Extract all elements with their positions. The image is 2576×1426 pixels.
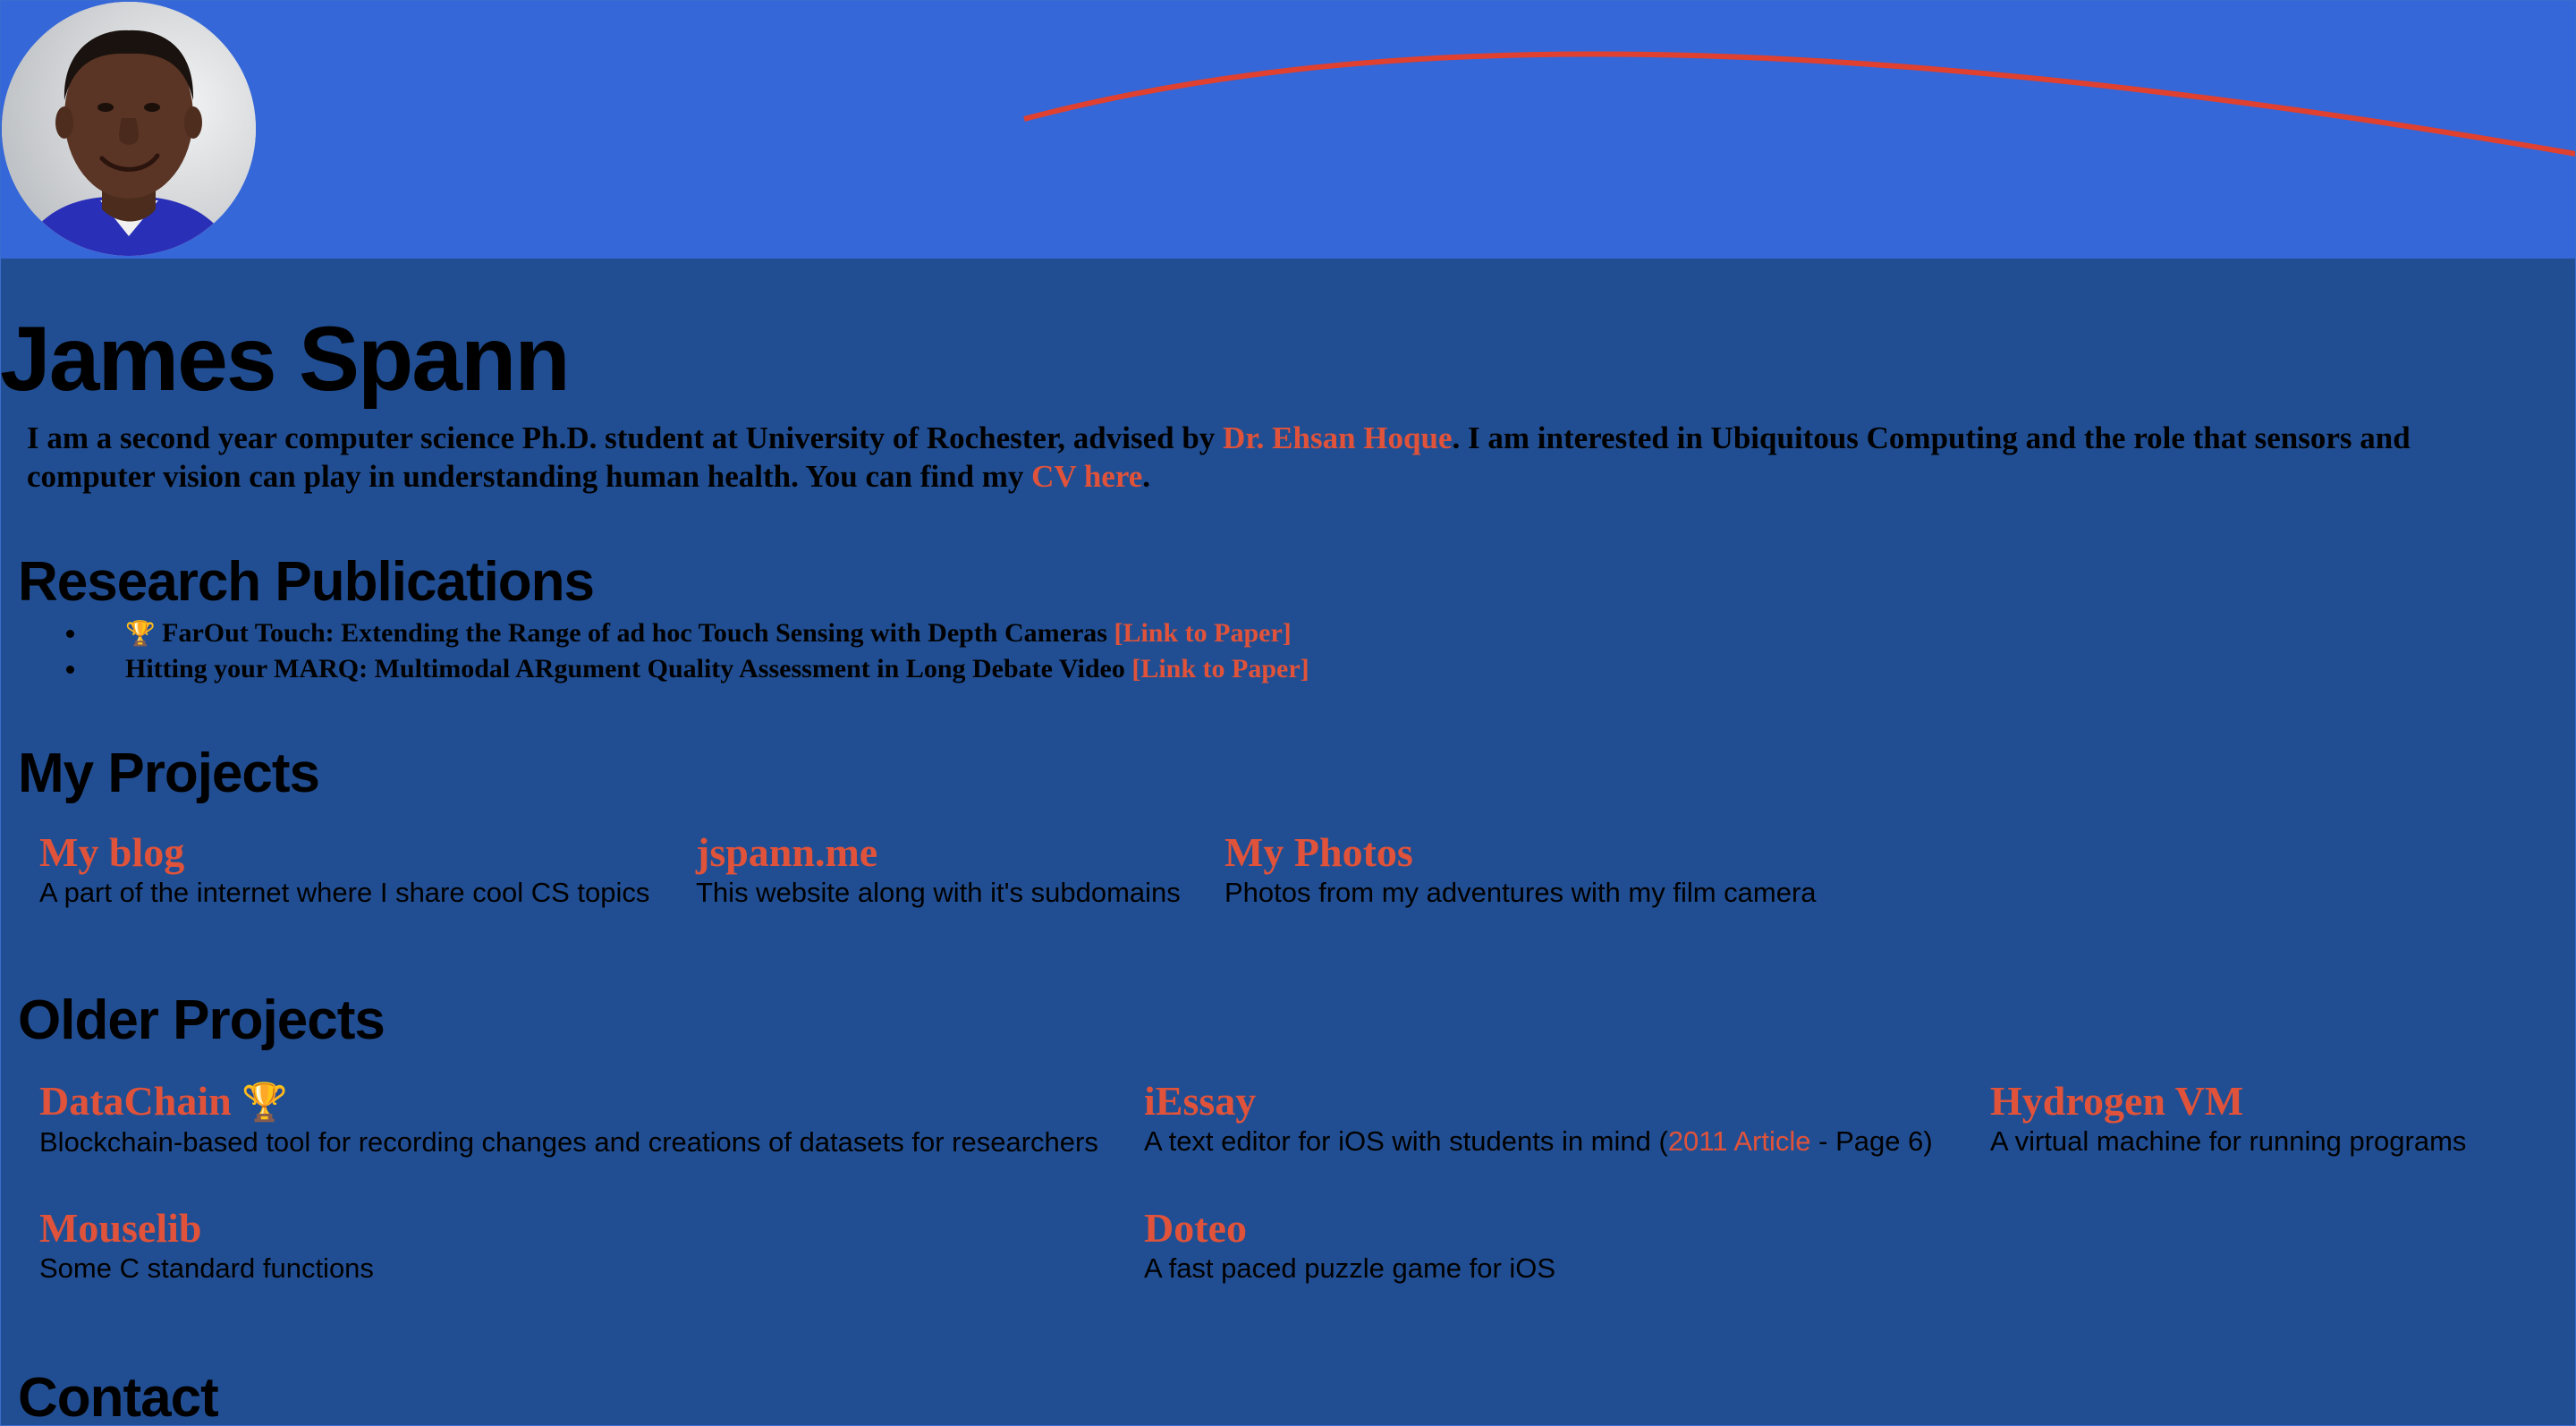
bio-text: .: [1142, 459, 1151, 494]
article-link[interactable]: 2011 Article: [1668, 1125, 1811, 1157]
link-to-paper[interactable]: [Link to Paper]: [1114, 618, 1291, 648]
bio-line-1: I am a second year computer science Ph.D…: [27, 419, 2576, 457]
project-description: This website along with it's subdomains: [696, 877, 1181, 908]
project-card: DataChain 🏆 Blockchain-based tool for re…: [39, 1079, 1098, 1160]
publications-list: 🏆 FarOut Touch: Extending the Range of a…: [0, 615, 1309, 687]
page-title: James Spann: [0, 308, 571, 410]
older-projects-heading: Older Projects: [18, 989, 386, 1051]
header-banner: [0, 0, 2576, 259]
project-link-photos[interactable]: My Photos: [1224, 830, 1817, 875]
projects-heading: My Projects: [18, 743, 320, 804]
project-description: Blockchain-based tool for recording chan…: [39, 1126, 1098, 1158]
project-title-row: DataChain 🏆: [39, 1079, 1098, 1125]
contact-heading: Contact: [18, 1367, 219, 1426]
description-text: A text editor for iOS with students in m…: [1144, 1125, 1668, 1157]
project-link-hydrogen-vm[interactable]: Hydrogen VM: [1990, 1079, 2466, 1124]
bio-text: I am a second year computer science Ph.D…: [27, 420, 1224, 455]
project-description: Some C standard functions: [39, 1252, 374, 1284]
project-card: Doteo A fast paced puzzle game for iOS: [1144, 1206, 1555, 1286]
project-description: A fast paced puzzle game for iOS: [1144, 1252, 1556, 1284]
project-link-blog[interactable]: My blog: [39, 830, 649, 875]
publication-title: FarOut Touch: Extending the Range of ad …: [162, 618, 1107, 648]
trophy-icon: 🏆: [242, 1082, 288, 1123]
link-to-paper[interactable]: [Link to Paper]: [1131, 654, 1309, 683]
project-link-jspann[interactable]: jspann.me: [696, 830, 1181, 875]
project-description: Photos from my adventures with my film c…: [1224, 877, 1817, 908]
project-description: A virtual machine for running programs: [1990, 1125, 2467, 1157]
project-card: iEssay A text editor for iOS with studen…: [1144, 1079, 1933, 1159]
publication-title: Hitting your MARQ: Multimodal ARgument Q…: [125, 654, 1125, 683]
avatar: [2, 2, 256, 256]
project-card: Hydrogen VM A virtual machine for runnin…: [1990, 1079, 2466, 1159]
project-card: Mouselib Some C standard functions: [39, 1206, 374, 1286]
project-link-iessay[interactable]: iEssay: [1144, 1079, 1933, 1124]
bio-text: . I am interested in Ubiquitous Computin…: [1452, 420, 2411, 455]
project-description: A part of the internet where I share coo…: [39, 877, 650, 908]
bio-paragraph: I am a second year computer science Ph.D…: [27, 419, 2576, 496]
project-link-mouselib[interactable]: Mouselib: [39, 1206, 374, 1251]
bio-text: computer vision can play in understandin…: [27, 459, 1032, 494]
project-card: jspann.me This website along with it's s…: [696, 830, 1181, 911]
cv-link[interactable]: CV here: [1031, 459, 1142, 494]
project-link-doteo[interactable]: Doteo: [1144, 1206, 1555, 1251]
project-card: My blog A part of the internet where I s…: [39, 830, 649, 911]
bio-line-2: computer vision can play in understandin…: [27, 457, 2576, 496]
publication-item: Hitting your MARQ: Multimodal ARgument Q…: [0, 651, 1309, 687]
project-description: A text editor for iOS with students in m…: [1144, 1124, 1933, 1159]
project-card: My Photos Photos from my adventures with…: [1224, 830, 1817, 911]
trophy-icon: 🏆: [125, 620, 156, 647]
publications-heading: Research Publications: [18, 551, 595, 613]
project-link-datachain[interactable]: DataChain: [39, 1078, 232, 1124]
description-text: - Page 6): [1810, 1125, 1933, 1157]
advisor-link[interactable]: Dr. Ehsan Hoque: [1223, 420, 1452, 455]
publication-item: 🏆 FarOut Touch: Extending the Range of a…: [0, 615, 1309, 651]
banner-curve: [1023, 51, 2576, 157]
